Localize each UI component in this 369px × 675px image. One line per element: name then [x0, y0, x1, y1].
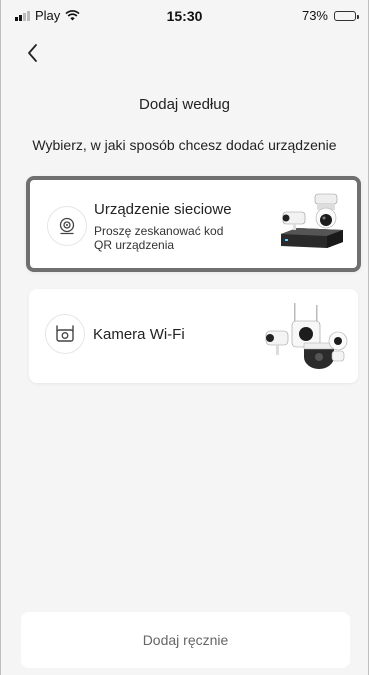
battery-percent: 73%	[301, 8, 328, 23]
option-network-device[interactable]: Urządzenie sieciowe Proszę zeskanować ko…	[26, 176, 361, 272]
option-title: Kamera Wi-Fi	[93, 326, 185, 343]
wifi-cameras-image	[265, 303, 348, 369]
option-wifi-camera[interactable]: Kamera Wi-Fi	[29, 289, 358, 383]
battery-icon	[334, 10, 359, 21]
phone-screen: Play 15:30 73% Dodaj według Wybierz, w j…	[0, 0, 369, 675]
status-right: 73%	[301, 8, 359, 23]
page-title: Dodaj według	[139, 96, 230, 113]
manual-add-button[interactable]: Dodaj ręcznie	[21, 612, 350, 668]
back-arrow-icon[interactable]	[23, 42, 45, 64]
status-bar: Play 15:30 73%	[1, 0, 368, 40]
nvr-camera-image	[281, 193, 343, 248]
page-subtitle: Wybierz, w jaki sposób chcesz dodać urzą…	[32, 137, 337, 153]
network-device-icon	[47, 206, 87, 246]
wifi-camera-icon	[45, 314, 85, 354]
option-description: Proszę zeskanować kod QR urządzenia	[94, 224, 224, 252]
option-title: Urządzenie sieciowe	[94, 201, 232, 218]
